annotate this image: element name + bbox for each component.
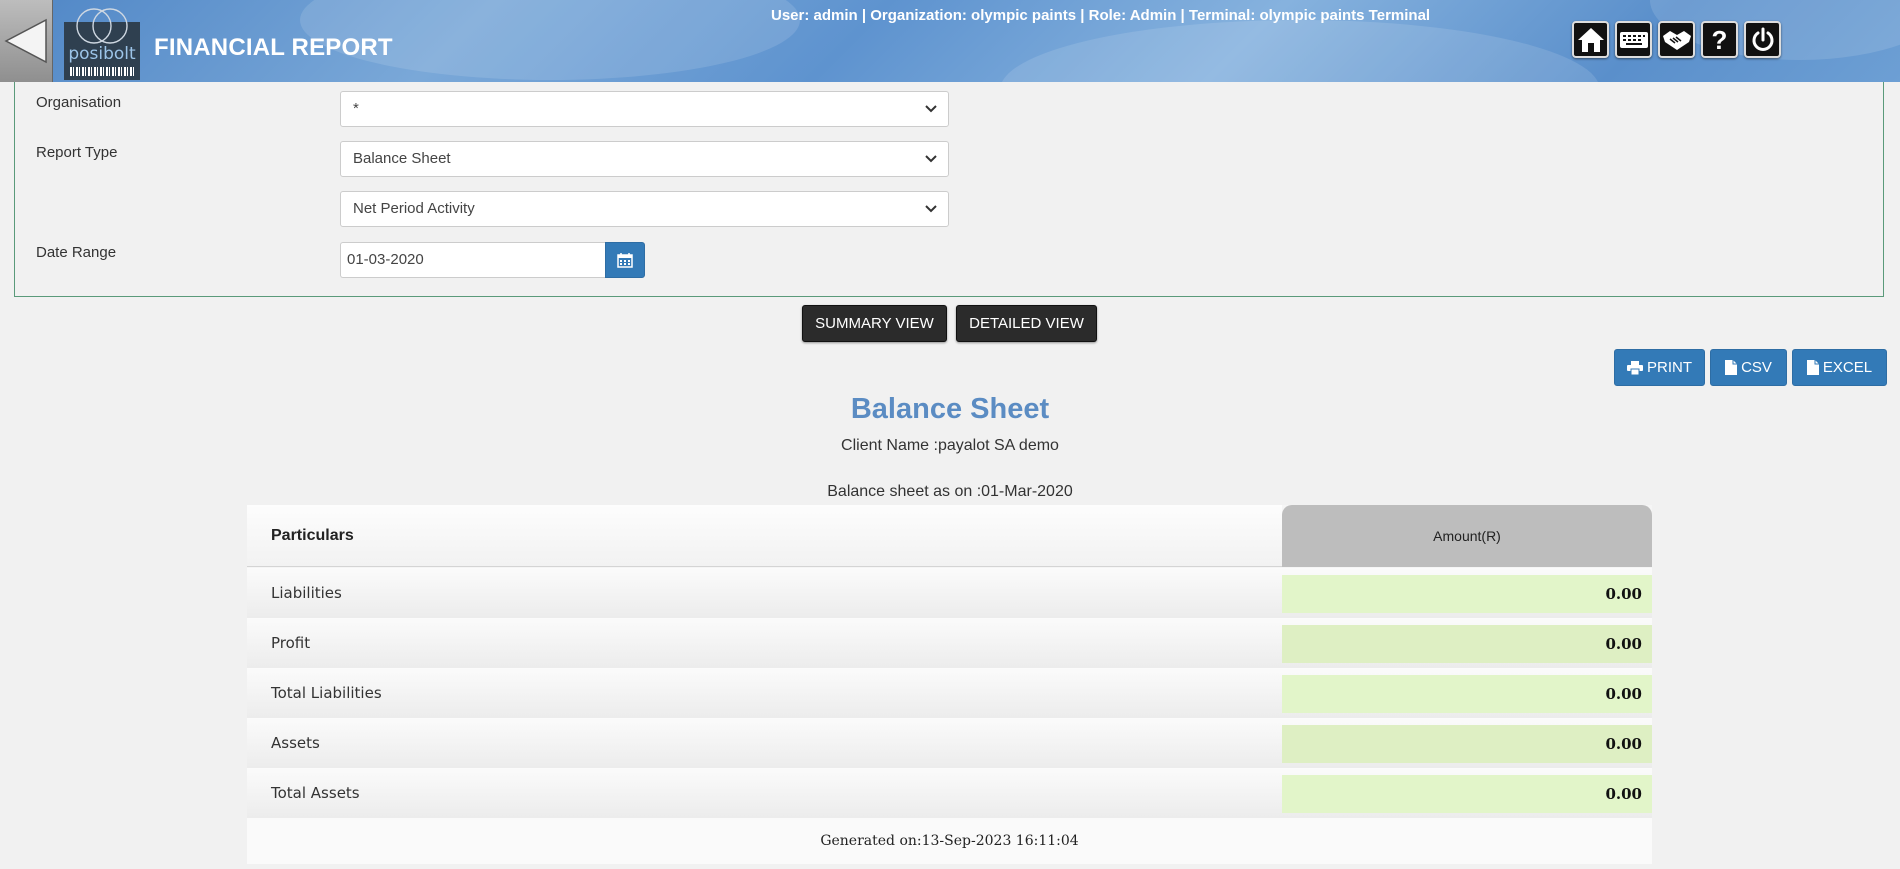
excel-button[interactable]: EXCEL (1792, 349, 1887, 386)
logout-button[interactable] (1744, 21, 1781, 58)
barcode-icon (70, 67, 134, 76)
logo-rings-icon (76, 8, 128, 44)
row-amount: 0.00 (1282, 625, 1652, 663)
print-button[interactable]: PRINT (1614, 349, 1705, 386)
column-header-amount: Amount(R) (1282, 505, 1652, 567)
page-title: FINANCIAL REPORT (154, 34, 393, 61)
table-row: Profit 0.00 (247, 618, 1652, 669)
column-header-particulars: Particulars (247, 505, 1282, 567)
back-button[interactable] (0, 0, 53, 82)
organisation-value: * (353, 100, 359, 117)
file-icon (1806, 360, 1819, 375)
as-of-date: Balance sheet as on :01-Mar-2020 (827, 483, 1073, 500)
filter-panel: Organisation * Report Type Balance Sheet… (14, 82, 1884, 297)
date-input[interactable]: 01-03-2020 (340, 242, 605, 278)
calendar-button[interactable] (605, 242, 645, 278)
balance-sheet-table: Particulars Amount(R) Liabilities 0.00 P… (247, 505, 1652, 864)
logo-text: posibolt (68, 44, 136, 64)
row-amount: 0.00 (1282, 675, 1652, 713)
chevron-down-icon (925, 155, 937, 163)
help-button[interactable]: ? (1701, 21, 1738, 58)
activity-select[interactable]: Net Period Activity (340, 191, 949, 227)
chevron-down-icon (925, 205, 937, 213)
home-button[interactable] (1572, 21, 1609, 58)
table-row: Assets 0.00 (247, 718, 1652, 769)
handshake-button[interactable] (1658, 21, 1695, 58)
app-header: posibolt FINANCIAL REPORT User: admin | … (0, 0, 1900, 82)
organisation-label: Organisation (36, 94, 122, 111)
handshake-icon (1662, 30, 1691, 50)
table-row: Total Liabilities 0.00 (247, 668, 1652, 719)
power-icon (1752, 27, 1773, 51)
excel-label: EXCEL (1822, 359, 1873, 376)
home-icon (1577, 27, 1604, 52)
print-label: PRINT (1647, 359, 1692, 376)
table-row: Total Assets 0.00 (247, 768, 1652, 819)
organisation-select[interactable]: * (340, 91, 949, 127)
detailed-view-button[interactable]: DETAILED VIEW (956, 305, 1097, 342)
csv-label: CSV (1741, 359, 1772, 376)
row-amount: 0.00 (1282, 775, 1652, 813)
back-arrow-icon (4, 18, 47, 64)
keyboard-icon (1619, 31, 1648, 48)
report-type-value: Balance Sheet (353, 150, 451, 167)
row-amount: 0.00 (1282, 575, 1652, 613)
row-label: Assets (271, 734, 320, 752)
file-icon (1725, 360, 1738, 375)
keyboard-button[interactable] (1615, 21, 1652, 58)
date-range-label: Date Range (36, 244, 117, 261)
summary-view-button[interactable]: SUMMARY VIEW (802, 305, 947, 342)
client-name: Client Name :payalot SA demo (841, 437, 1059, 454)
help-icon: ? (1711, 24, 1728, 55)
chevron-down-icon (925, 105, 937, 113)
header-toolbar: ? (1572, 21, 1781, 58)
row-amount: 0.00 (1282, 725, 1652, 763)
csv-button[interactable]: CSV (1710, 349, 1787, 386)
posibolt-logo: posibolt (64, 8, 140, 80)
activity-value: Net Period Activity (353, 200, 475, 217)
user-session-info: User: admin | Organization: olympic pain… (771, 7, 1431, 24)
row-label: Profit (271, 634, 311, 652)
print-icon (1627, 360, 1643, 375)
calendar-icon (617, 253, 633, 268)
report-title: Balance Sheet (850, 393, 1050, 425)
header-texture (1000, 20, 1600, 82)
report-type-label: Report Type (36, 144, 118, 161)
table-row: Liabilities 0.00 (247, 568, 1652, 619)
row-label: Liabilities (271, 584, 342, 602)
row-label: Total Assets (271, 784, 360, 802)
generated-timestamp: Generated on:13-Sep-2023 16:11:04 (247, 818, 1652, 864)
row-label: Total Liabilities (271, 684, 382, 702)
report-type-select[interactable]: Balance Sheet (340, 141, 949, 177)
